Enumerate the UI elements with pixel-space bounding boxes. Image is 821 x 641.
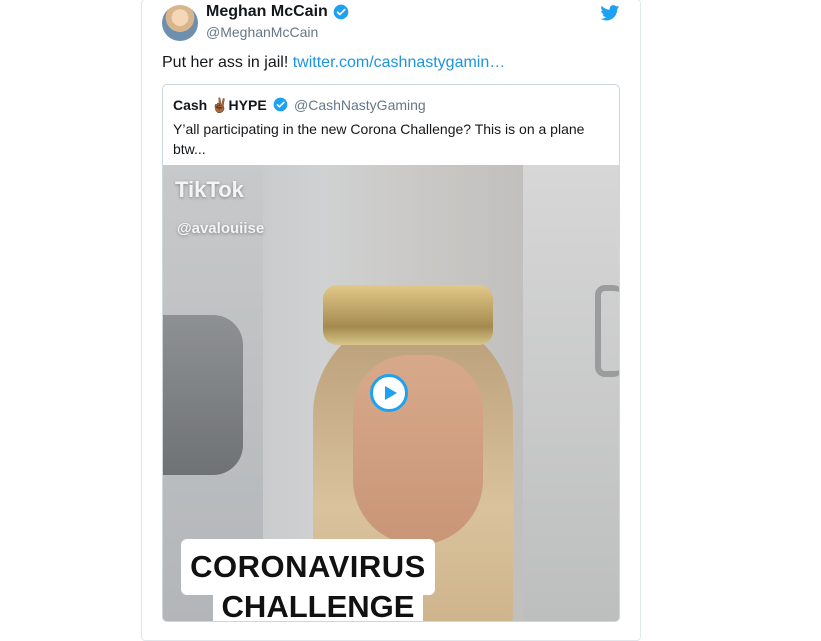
twitter-bird-icon[interactable]: [600, 5, 620, 21]
verified-badge-icon: [273, 97, 288, 112]
tweet-card[interactable]: Meghan McCain @MeghanMcCain Put her ass …: [141, 0, 641, 641]
play-icon: [385, 386, 397, 400]
tweet-text: Put her ass in jail! twitter.com/cashnas…: [162, 54, 505, 72]
tweet-body: Put her ass in jail!: [162, 54, 289, 71]
quoted-tweet-text: Y’all participating in the new Corona Ch…: [173, 121, 585, 157]
avatar[interactable]: [162, 5, 198, 41]
tiktok-watermark: TikTok: [175, 177, 244, 202]
quoted-author-handle[interactable]: @CashNastyGaming: [294, 97, 426, 113]
quoted-tweet[interactable]: Cash ✌🏾HYPE @CashNastyGaming Y’all parti…: [162, 84, 620, 622]
video-caption-line-2: CHALLENGE: [213, 585, 423, 621]
quoted-author-name[interactable]: Cash ✌🏾HYPE: [173, 97, 267, 114]
video-background: [595, 285, 619, 377]
play-button[interactable]: [370, 374, 408, 412]
video-background: [523, 165, 619, 621]
verified-badge-icon: [333, 4, 349, 20]
author-name[interactable]: Meghan McCain: [206, 3, 328, 21]
video-player[interactable]: TikTok @avalouiise CORONAVIRUS CHALLENGE: [163, 165, 619, 621]
author-handle[interactable]: @MeghanMcCain: [206, 24, 318, 40]
video-subject: [323, 285, 493, 345]
tiktok-username-watermark: @avalouiise: [177, 220, 265, 237]
video-background: [163, 315, 243, 475]
tweet-link[interactable]: twitter.com/cashnastygamin…: [293, 54, 506, 71]
